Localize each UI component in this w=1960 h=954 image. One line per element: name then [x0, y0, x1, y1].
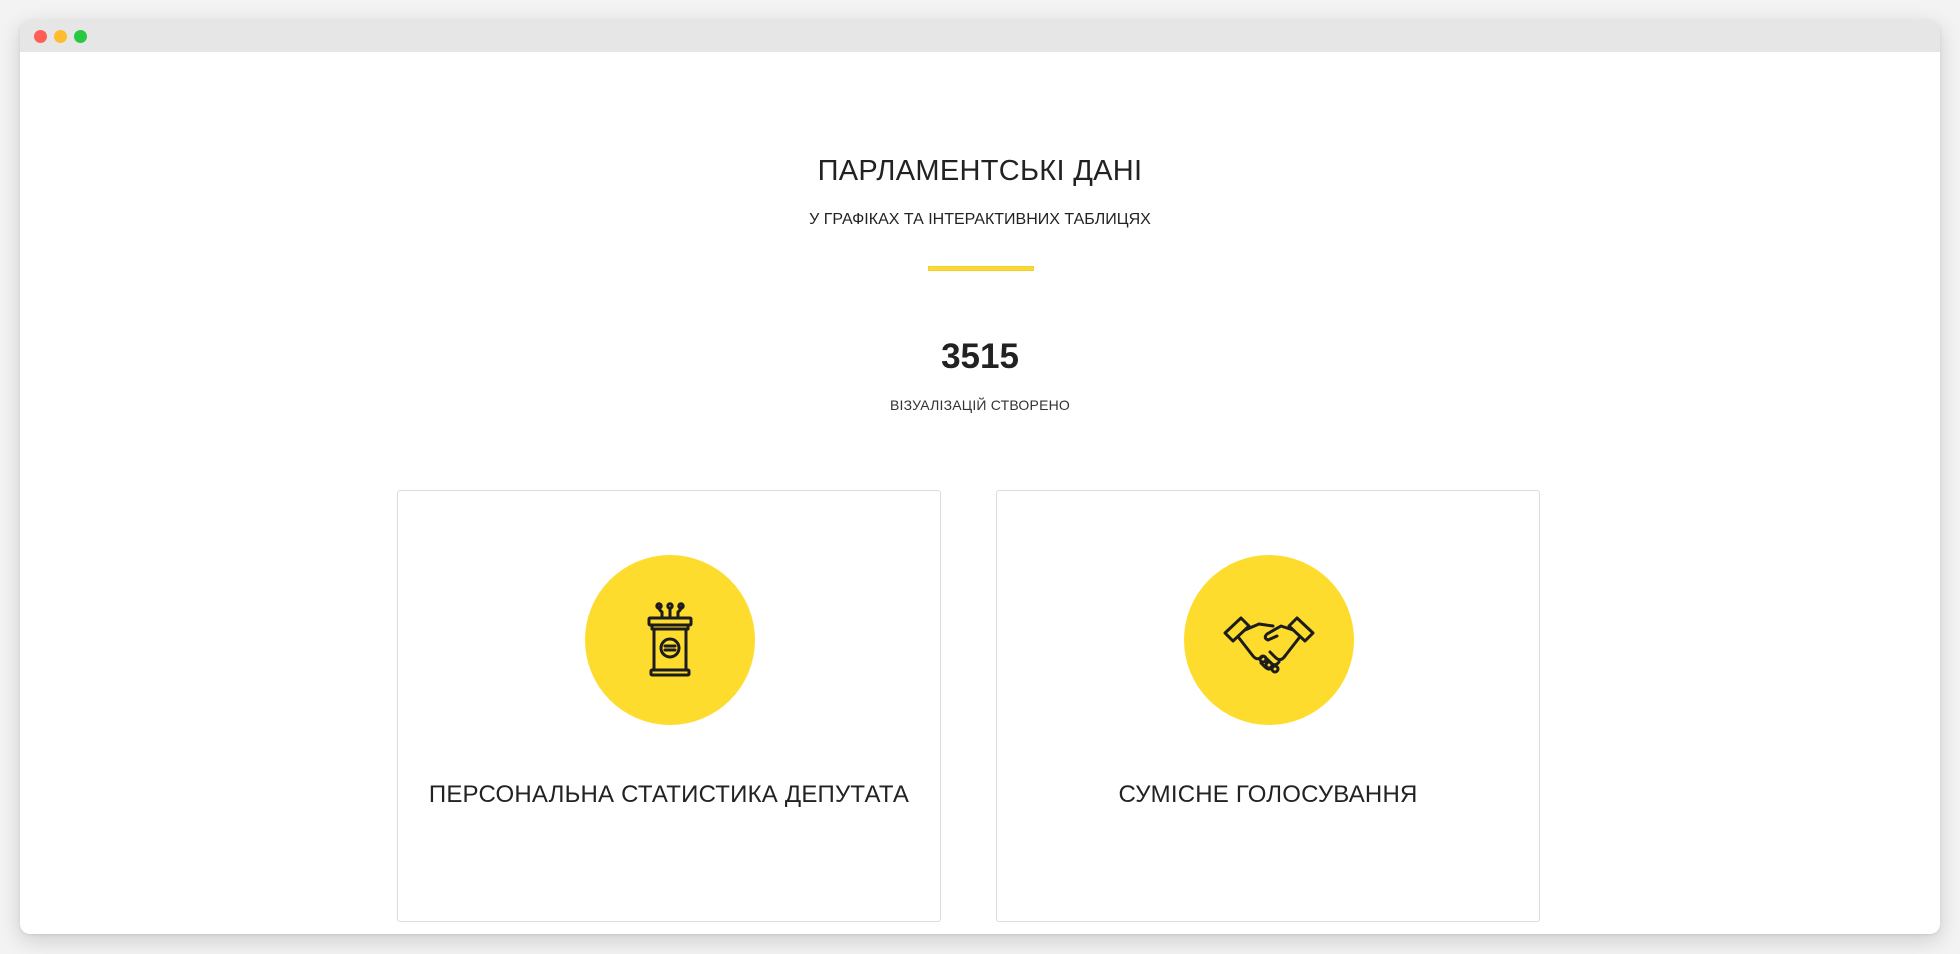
browser-window: ПАРЛАМЕНТСЬКІ ДАНІ У ГРАФІКАХ ТА ІНТЕРАК…	[20, 20, 1940, 934]
podium-icon	[647, 602, 693, 677]
close-window-button[interactable]	[34, 30, 47, 43]
visualizations-count-label: ВІЗУАЛІЗАЦІЙ СТВОРЕНО	[889, 397, 1071, 413]
page-subtitle: У ГРАФІКАХ ТА ІНТЕРАКТИВНИХ ТАБЛИЦЯХ	[809, 211, 1151, 228]
card-title: ПЕРСОНАЛЬНА СТАТИСТИКА ДЕПУТАТА	[428, 781, 910, 808]
card-joint-voting[interactable]: СУМІСНЕ ГОЛОСУВАННЯ	[996, 490, 1540, 922]
page-title: ПАРЛАМЕНТСЬКІ ДАНІ	[817, 155, 1143, 187]
maximize-window-button[interactable]	[74, 30, 87, 43]
handshake-icon	[1223, 616, 1315, 674]
window-titlebar	[20, 20, 1940, 52]
page-content: ПАРЛАМЕНТСЬКІ ДАНІ У ГРАФІКАХ ТА ІНТЕРАК…	[20, 52, 1940, 934]
card-personal-statistics[interactable]: ПЕРСОНАЛЬНА СТАТИСТИКА ДЕПУТАТА	[397, 490, 941, 922]
card-title: СУМІСНЕ ГОЛОСУВАННЯ	[1118, 781, 1418, 808]
minimize-window-button[interactable]	[54, 30, 67, 43]
card-icon-circle	[1184, 555, 1354, 725]
visualizations-count: 3515	[941, 337, 1019, 376]
card-icon-circle	[585, 555, 755, 725]
title-divider	[928, 266, 1034, 271]
